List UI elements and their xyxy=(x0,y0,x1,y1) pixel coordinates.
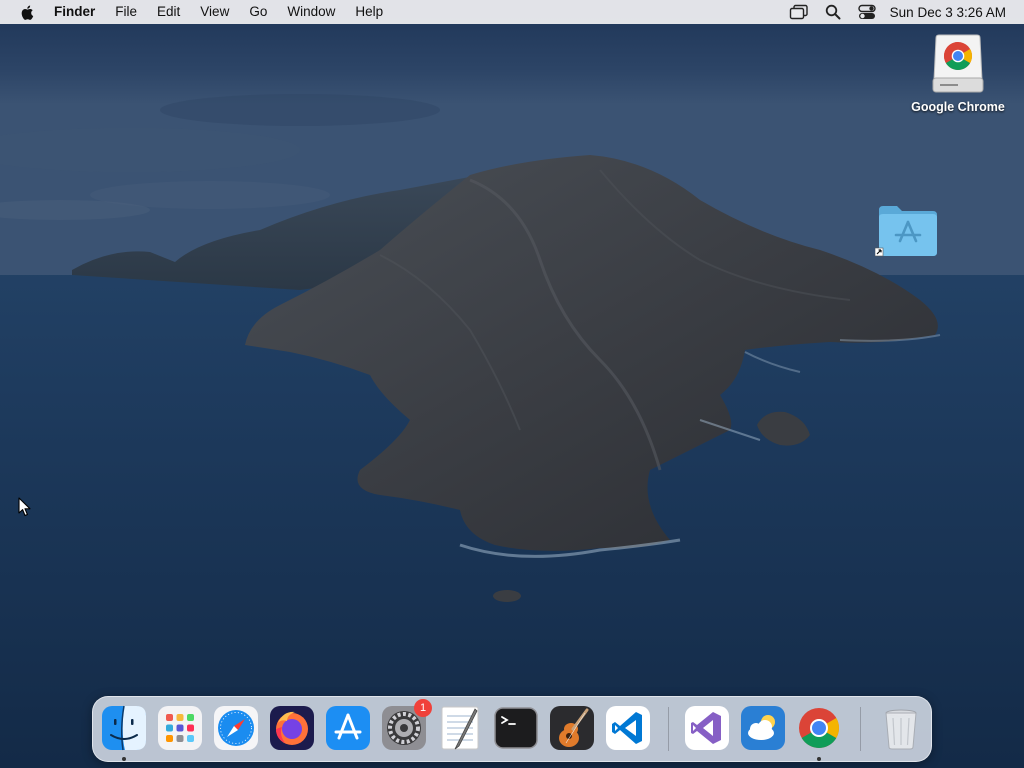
chrome-drive-icon xyxy=(932,34,984,93)
desktop-icon-google-chrome[interactable]: Google Chrome xyxy=(905,34,1011,114)
menu-edit[interactable]: Edit xyxy=(147,0,190,24)
applications-folder-alias-icon xyxy=(875,206,937,257)
menu-bar: Finder File Edit View Go Window Help Sun… xyxy=(0,0,1024,24)
dock-app-store[interactable] xyxy=(325,705,371,751)
dock-safari[interactable] xyxy=(213,705,259,751)
notification-badge: 1 xyxy=(414,699,432,717)
visual-studio-icon xyxy=(685,706,729,750)
dock-weather[interactable] xyxy=(740,705,786,751)
trash-icon xyxy=(885,709,917,750)
control-center-icon[interactable] xyxy=(850,0,884,24)
firefox-icon xyxy=(270,706,314,750)
garageband-icon xyxy=(550,706,594,750)
dock-separator xyxy=(668,707,669,751)
screen-mirroring-icon[interactable] xyxy=(782,0,816,24)
apple-menu-icon[interactable] xyxy=(6,0,46,24)
dock-trash[interactable] xyxy=(878,705,924,751)
dock-firefox[interactable] xyxy=(269,705,315,751)
dock-finder[interactable] xyxy=(101,705,147,751)
menu-go[interactable]: Go xyxy=(239,0,277,24)
mouse-cursor-icon xyxy=(18,497,31,517)
launchpad-icon xyxy=(158,706,202,750)
dock-google-chrome[interactable] xyxy=(796,705,842,751)
menu-app-finder[interactable]: Finder xyxy=(46,0,105,24)
terminal-icon xyxy=(494,707,538,749)
menu-help[interactable]: Help xyxy=(345,0,393,24)
menu-file[interactable]: File xyxy=(105,0,147,24)
running-indicator xyxy=(817,757,821,761)
menu-clock[interactable]: Sun Dec 3 3:26 AM xyxy=(890,5,1006,20)
running-indicator xyxy=(122,757,126,761)
menu-window[interactable]: Window xyxy=(277,0,345,24)
desktop-icon-label: Google Chrome xyxy=(911,100,1005,114)
vscode-icon xyxy=(606,706,650,750)
dock-system-preferences[interactable]: 1 xyxy=(381,699,432,751)
dock-garageband[interactable] xyxy=(549,705,595,751)
dock-visual-studio[interactable] xyxy=(684,705,730,751)
weather-icon xyxy=(741,706,785,750)
dock: 1 xyxy=(92,696,932,762)
desktop-icon-applications-alias[interactable] xyxy=(874,202,940,260)
textedit-icon xyxy=(441,706,479,750)
dock-separator xyxy=(860,707,861,751)
dock-launchpad[interactable] xyxy=(157,705,203,751)
finder-icon xyxy=(102,705,146,751)
chrome-icon xyxy=(799,708,839,748)
dock-textedit[interactable] xyxy=(437,705,483,751)
desktop-wallpaper xyxy=(0,0,1024,768)
dock-terminal[interactable] xyxy=(493,705,539,751)
app-store-icon xyxy=(326,706,370,750)
menu-view[interactable]: View xyxy=(190,0,239,24)
dock-vscode[interactable] xyxy=(605,705,651,751)
spotlight-search-icon[interactable] xyxy=(816,0,850,24)
safari-icon xyxy=(214,706,258,750)
